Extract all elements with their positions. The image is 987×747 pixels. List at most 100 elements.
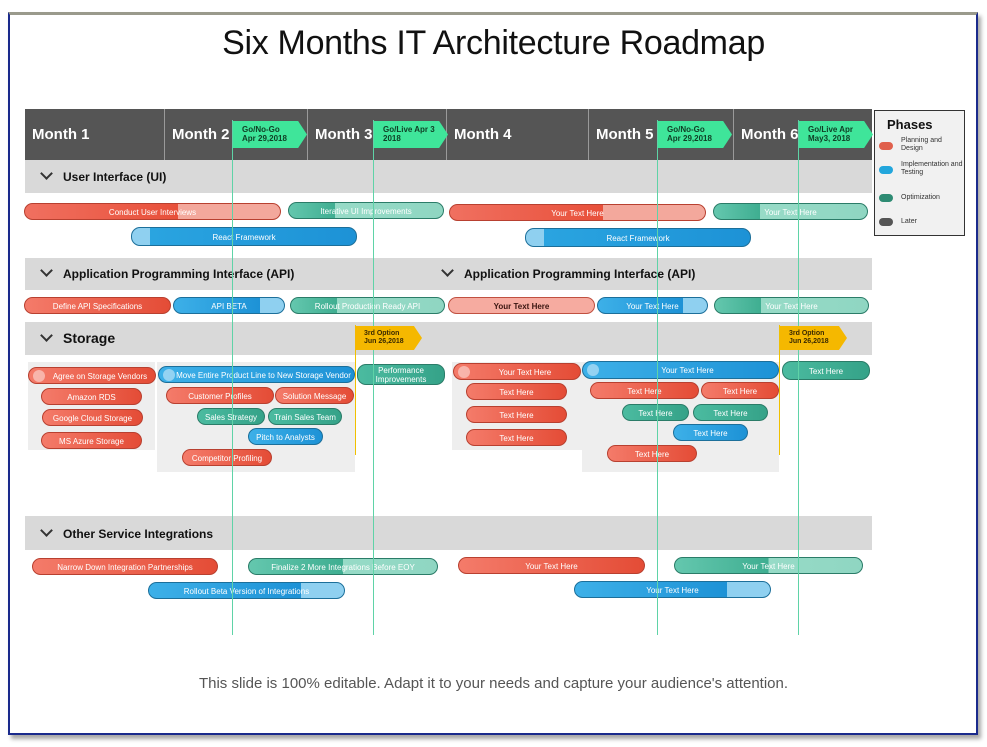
implementation-phase-swatch-icon [879,166,893,174]
optimization-phase-swatch-icon [879,194,893,202]
chevron-down-icon[interactable] [458,366,470,378]
milestone-go-no-go-2[interactable]: Go/No-Go Apr 29,2018 [658,121,732,148]
month-4-header: Month 4 [446,109,588,160]
task-ui-m6[interactable]: Your Text Here [713,203,868,220]
section-band-storage [25,322,872,355]
task-iterative-ui-improvements[interactable]: Iterative UI Improvements [288,202,444,219]
option-line-2 [779,325,780,455]
task-api-m5[interactable]: Your Text Here [597,297,708,314]
task-label: React Framework [212,233,276,242]
task-other-m4[interactable]: Your Text Here [458,557,645,574]
chevron-down-icon[interactable] [40,524,53,537]
legend-label: Optimization [901,194,940,201]
section-header-storage[interactable]: Storage [40,329,116,346]
section-label-other: Other Service Integrations [63,527,214,541]
chevron-down-icon[interactable] [33,370,45,382]
phases-legend: Phases Planning and Design Implementatio… [874,110,965,236]
task-storage-m5-1[interactable]: Text Here [590,382,699,399]
legend-label: Implementation and Testing [901,161,963,176]
month-1-header: Month 1 [32,126,90,143]
chevron-down-icon[interactable] [40,167,53,180]
milestone-line-4 [798,120,799,635]
task-move-product-line[interactable]: Move Entire Product Line to New Storage … [158,366,355,383]
task-storage-m5-head[interactable]: Your Text Here [582,361,779,379]
task-ui-m4[interactable]: Your Text Here [449,204,706,221]
task-storage-m5-2[interactable]: Text Here [701,382,779,399]
task-conduct-user-interviews[interactable]: Conduct User Interviews [24,203,281,220]
section-header-other[interactable]: Other Service Integrations [40,524,214,541]
task-react-framework-2[interactable]: React Framework [525,228,751,247]
legend-label: Later [901,218,917,225]
task-sales-strategy[interactable]: Sales Strategy [197,408,265,425]
task-storage-m5-3[interactable]: Text Here [622,404,689,421]
footer-caption: This slide is 100% editable. Adapt it to… [198,675,789,692]
chevron-down-icon[interactable] [441,264,454,277]
task-amazon-rds[interactable]: Amazon RDS [41,388,142,405]
milestone-date: Apr 29,2018 [242,134,287,143]
task-other-m5[interactable]: Your Text Here [574,581,771,598]
task-narrow-down-partnerships[interactable]: Narrow Down Integration Partnerships [32,558,218,575]
task-finalize-integrations[interactable]: Finalize 2 More Integrations Before EOY [248,558,438,575]
task-pitch-to-analysts[interactable]: Pitch to Analysts [248,428,323,445]
task-customer-profiles[interactable]: Customer Profiles [166,387,274,404]
chevron-down-icon[interactable] [587,364,599,376]
task-storage-m4-head[interactable]: Your Text Here [453,363,581,380]
task-api-beta[interactable]: API BETA [173,297,285,314]
task-other-m6[interactable]: Your Text Here [674,557,863,574]
task-storage-m6[interactable]: Text Here [782,361,870,380]
task-performance-improvements[interactable]: Performance Improvements [357,364,445,385]
task-label: Your Text Here [498,368,552,377]
task-storage-m5-4[interactable]: Text Here [693,404,768,421]
legend-title: Phases [887,117,933,132]
milestone-label: Go/Live Apr 3 [383,125,435,134]
later-phase-swatch-icon [879,218,893,226]
milestone-label: Go/No-Go [667,125,705,134]
chevron-down-icon[interactable] [40,329,53,342]
section-label-api: Application Programming Interface (API) [63,267,295,281]
legend-label: Planning and Design [901,137,942,152]
task-label: Agree on Storage Vendors [52,372,148,381]
task-train-sales-team[interactable]: Train Sales Team [268,408,342,425]
milestone-go-live-2[interactable]: Go/Live Apr May3, 2018 [799,121,873,148]
task-define-api-specifications[interactable]: Define API Specifications [24,297,171,314]
task-solution-message[interactable]: Solution Message [275,387,354,404]
task-api-m4[interactable]: Your Text Here [448,297,595,314]
task-label: Your Text Here [661,366,714,375]
milestone-date: 2018 [383,134,401,143]
task-storage-m4-2[interactable]: Text Here [466,406,567,423]
task-api-m6[interactable]: Your Text Here [714,297,869,314]
page-title: Six Months IT Architecture Roadmap [222,24,765,62]
chevron-down-icon[interactable] [163,369,175,381]
milestone-go-no-go-1[interactable]: Go/No-Go Apr 29,2018 [233,121,307,148]
task-storage-m4-3[interactable]: Text Here [466,429,567,446]
option-date: Jun 26,2018 [364,338,404,345]
milestone-label: Go/No-Go [242,125,280,134]
section-header-ui[interactable]: User Interface (UI) [40,167,167,184]
section-label-ui: User Interface (UI) [63,170,167,184]
task-rollout-production-api[interactable]: Rollout Production Ready API [290,297,445,314]
milestone-line-2 [373,120,374,635]
section-label-api-right: Application Programming Interface (API) [464,267,696,281]
milestone-line-3 [657,120,658,635]
task-ms-azure-storage[interactable]: MS Azure Storage [41,432,142,449]
task-storage-m5-5[interactable]: Text Here [673,424,748,441]
planning-phase-swatch-icon [879,142,893,150]
section-header-api[interactable]: Application Programming Interface (API) [40,264,295,281]
task-storage-m4-1[interactable]: Text Here [466,383,567,400]
task-label: Move Entire Product Line to New Storage … [176,371,351,380]
section-label-storage: Storage [63,330,116,346]
milestone-line-1 [232,120,233,635]
task-google-cloud-storage[interactable]: Google Cloud Storage [42,409,143,426]
milestone-go-live-1[interactable]: Go/Live Apr 3 2018 [374,121,448,148]
option-marker-2[interactable]: 3rd Option Jun 26,2018 [780,326,847,350]
option-marker-1[interactable]: 3rd Option Jun 26,2018 [355,326,422,350]
milestone-date: May3, 2018 [808,134,851,143]
task-react-framework[interactable]: React Framework [131,227,357,246]
task-agree-storage-vendors[interactable]: Agree on Storage Vendors [28,367,156,384]
option-label: 3rd Option [364,330,400,337]
task-rollout-beta-integrations[interactable]: Rollout Beta Version of Integrations [148,582,345,599]
milestone-date: Apr 29,2018 [667,134,712,143]
task-storage-m5-6[interactable]: Text Here [607,445,697,462]
task-competitor-profiling[interactable]: Competitor Profiling [182,449,272,466]
chevron-down-icon[interactable] [40,264,53,277]
